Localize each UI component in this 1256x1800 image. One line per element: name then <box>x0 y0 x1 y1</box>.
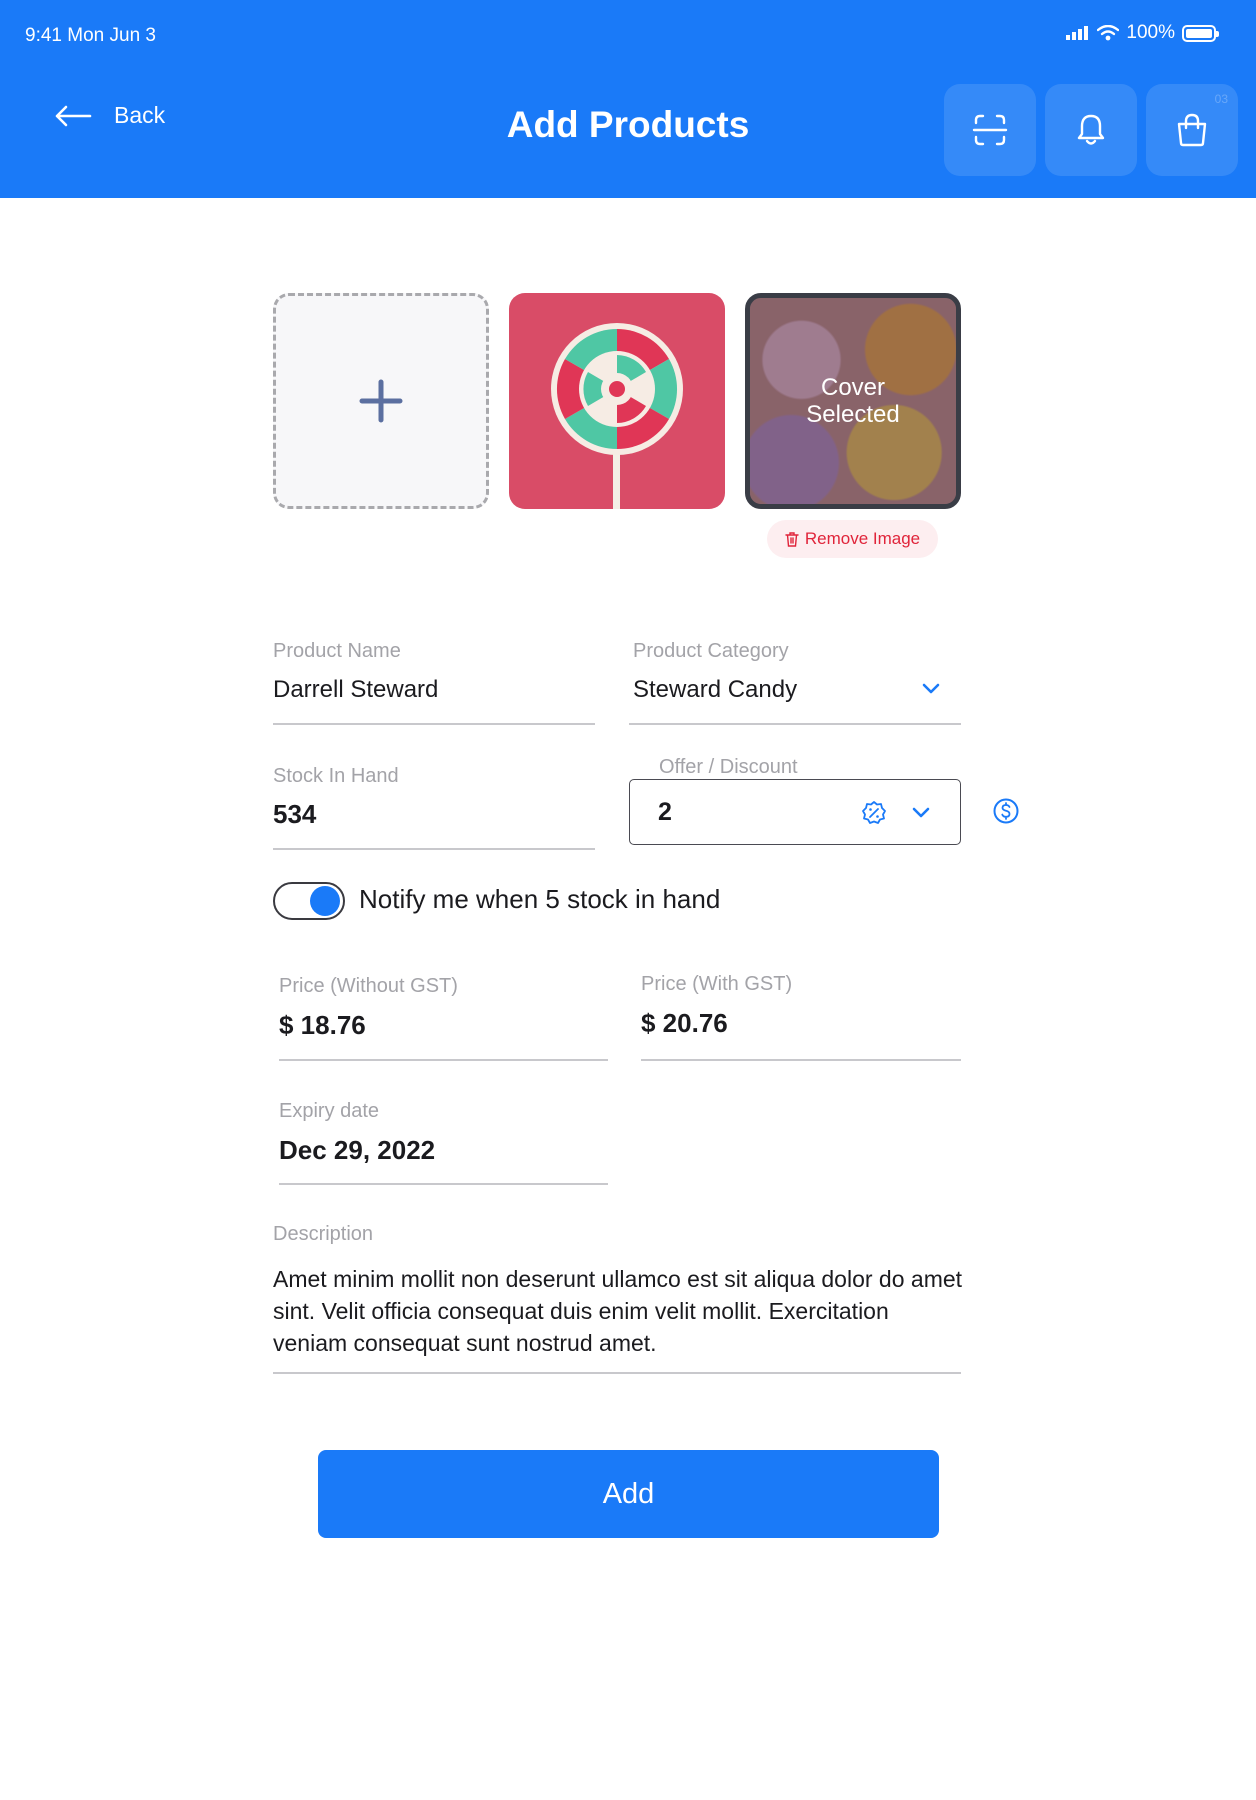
expiry-date-underline <box>279 1183 608 1185</box>
cover-selected-overlay: Cover Selected <box>750 298 956 504</box>
price-without-gst-input[interactable]: $ 18.76 <box>279 1010 366 1041</box>
offer-discount-label: Offer / Discount <box>659 756 798 778</box>
battery-icon <box>1182 24 1219 42</box>
offer-discount-value: 2 <box>658 798 672 826</box>
shopping-bag-icon <box>1177 113 1207 147</box>
expiry-date-label: Expiry date <box>279 1100 380 1122</box>
product-category-underline <box>629 723 961 725</box>
cart-badge: 03 <box>1214 92 1228 106</box>
chevron-down-icon[interactable] <box>921 682 941 696</box>
expiry-date-input[interactable]: Dec 29, 2022 <box>279 1135 435 1166</box>
product-name-underline <box>273 723 595 725</box>
scan-icon <box>972 114 1008 146</box>
price-without-gst-label: Price (Without GST) <box>279 975 458 997</box>
price-with-gst-input[interactable]: $ 20.76 <box>641 1008 728 1039</box>
toggle-knob <box>310 886 340 916</box>
remove-image-button[interactable]: Remove Image <box>767 520 938 558</box>
product-image-cover[interactable]: Cover Selected <box>745 293 961 509</box>
description-textarea[interactable]: Amet minim mollit non deserunt ullamco e… <box>273 1263 963 1359</box>
cart-button[interactable]: 03 <box>1146 84 1238 176</box>
notifications-button[interactable] <box>1045 84 1137 176</box>
status-indicators: 100% <box>1066 22 1219 44</box>
add-image-button[interactable] <box>273 293 489 509</box>
battery-percent: 100% <box>1126 22 1175 43</box>
notify-label: Notify me when 5 stock in hand <box>359 884 721 914</box>
cover-overlay-line1: Cover <box>820 374 886 401</box>
lollipop-image <box>551 323 683 509</box>
price-with-gst-underline <box>641 1059 961 1061</box>
trash-icon <box>785 531 799 547</box>
stock-in-hand-label: Stock In Hand <box>273 765 399 787</box>
notify-toggle[interactable] <box>273 882 345 920</box>
product-category-select[interactable]: Steward Candy <box>633 676 797 704</box>
remove-image-label: Remove Image <box>804 529 921 548</box>
stock-in-hand-underline <box>273 848 595 850</box>
description-underline <box>273 1372 961 1374</box>
bell-icon <box>1077 114 1105 145</box>
product-category-label: Product Category <box>633 640 789 662</box>
stock-in-hand-input[interactable]: 534 <box>273 799 316 830</box>
price-with-gst-label: Price (With GST) <box>641 973 793 995</box>
product-name-label: Product Name <box>273 640 401 662</box>
discount-badge-icon <box>862 801 886 824</box>
scan-button[interactable] <box>944 84 1036 176</box>
plus-icon <box>359 379 403 423</box>
dollar-circle-icon[interactable] <box>992 797 1020 825</box>
app-header: 9:41 Mon Jun 3 100% Back Add Products 03 <box>0 0 1256 198</box>
status-time: 9:41 Mon Jun 3 <box>25 25 156 46</box>
description-label: Description <box>273 1223 374 1245</box>
price-without-gst-underline <box>279 1059 608 1061</box>
wifi-icon <box>1097 25 1120 41</box>
cover-overlay-line2: Selected <box>806 401 900 428</box>
add-product-button[interactable]: Add <box>318 1450 939 1538</box>
add-button-label: Add <box>602 1477 655 1510</box>
signal-icon <box>1066 26 1089 40</box>
product-name-input[interactable]: Darrell Steward <box>273 676 438 704</box>
chevron-down-icon[interactable] <box>911 806 931 820</box>
product-image-lollipop[interactable] <box>509 293 725 509</box>
offer-discount-field[interactable]: 2 <box>629 779 961 845</box>
